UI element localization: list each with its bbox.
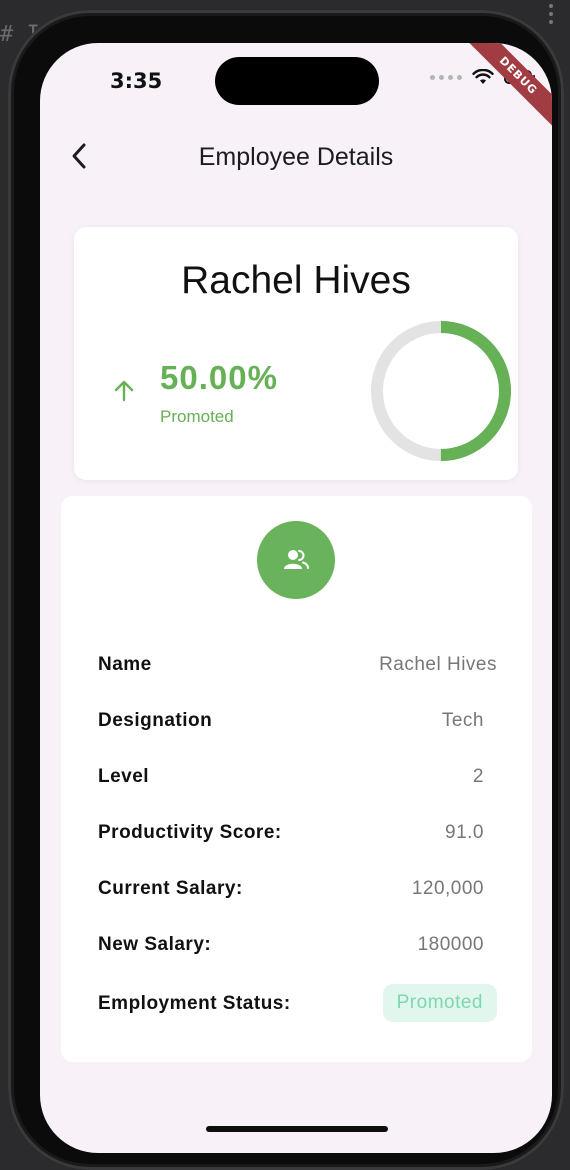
detail-label: New Salary: (98, 934, 212, 955)
app-screen: 3:35 DEBUG Employee Details Rachel Hives (40, 43, 552, 1153)
debug-banner: DEBUG (460, 43, 552, 134)
detail-value: Tech (441, 710, 484, 731)
detail-value: Rachel Hives (379, 654, 497, 675)
home-indicator (206, 1126, 388, 1132)
detail-row-current-salary: Current Salary: 120,000 (98, 878, 484, 908)
detail-label: Designation (98, 710, 213, 731)
detail-row-level: Level 2 (98, 766, 484, 796)
signal-icon (430, 74, 462, 80)
details-card: Name Rachel Hives Designation Tech Level… (61, 496, 532, 1062)
detail-row-new-salary: New Salary: 180000 (98, 934, 484, 964)
phone-frame: 3:35 DEBUG Employee Details Rachel Hives (8, 10, 564, 1170)
detail-value: 180000 (417, 934, 484, 955)
avatar (257, 521, 335, 599)
detail-label: Productivity Score: (98, 822, 282, 843)
detail-value: 91.0 (445, 822, 484, 843)
page-title: Employee Details (198, 143, 394, 171)
detail-value: 2 (472, 766, 484, 787)
detail-row-name: Name Rachel Hives (98, 654, 497, 684)
detail-label: Current Salary: (98, 878, 243, 899)
promotion-percent: 50.00% (160, 359, 278, 396)
arrow-up-icon (114, 380, 134, 402)
status-time: 3:35 (110, 69, 163, 93)
people-icon (284, 550, 309, 569)
dynamic-island (215, 57, 379, 105)
promotion-label: Promoted (160, 407, 234, 426)
editor-menu-icon (544, 0, 558, 30)
detail-row-employment-status: Employment Status: Promoted (98, 984, 497, 1023)
summary-card: Rachel Hives 50.00% Promoted (74, 227, 518, 480)
detail-label: Level (98, 766, 150, 787)
detail-row-productivity: Productivity Score: 91.0 (98, 822, 484, 852)
employee-name-heading: Rachel Hives (181, 259, 411, 302)
detail-row-designation: Designation Tech (98, 710, 484, 740)
detail-label: Name (98, 654, 152, 675)
wifi-icon (472, 69, 494, 84)
progress-ring (371, 321, 511, 461)
detail-label: Employment Status: (98, 993, 291, 1014)
detail-value: 120,000 (411, 878, 484, 899)
app-bar: Employee Details (40, 125, 552, 189)
status-badge: Promoted (382, 984, 497, 1022)
